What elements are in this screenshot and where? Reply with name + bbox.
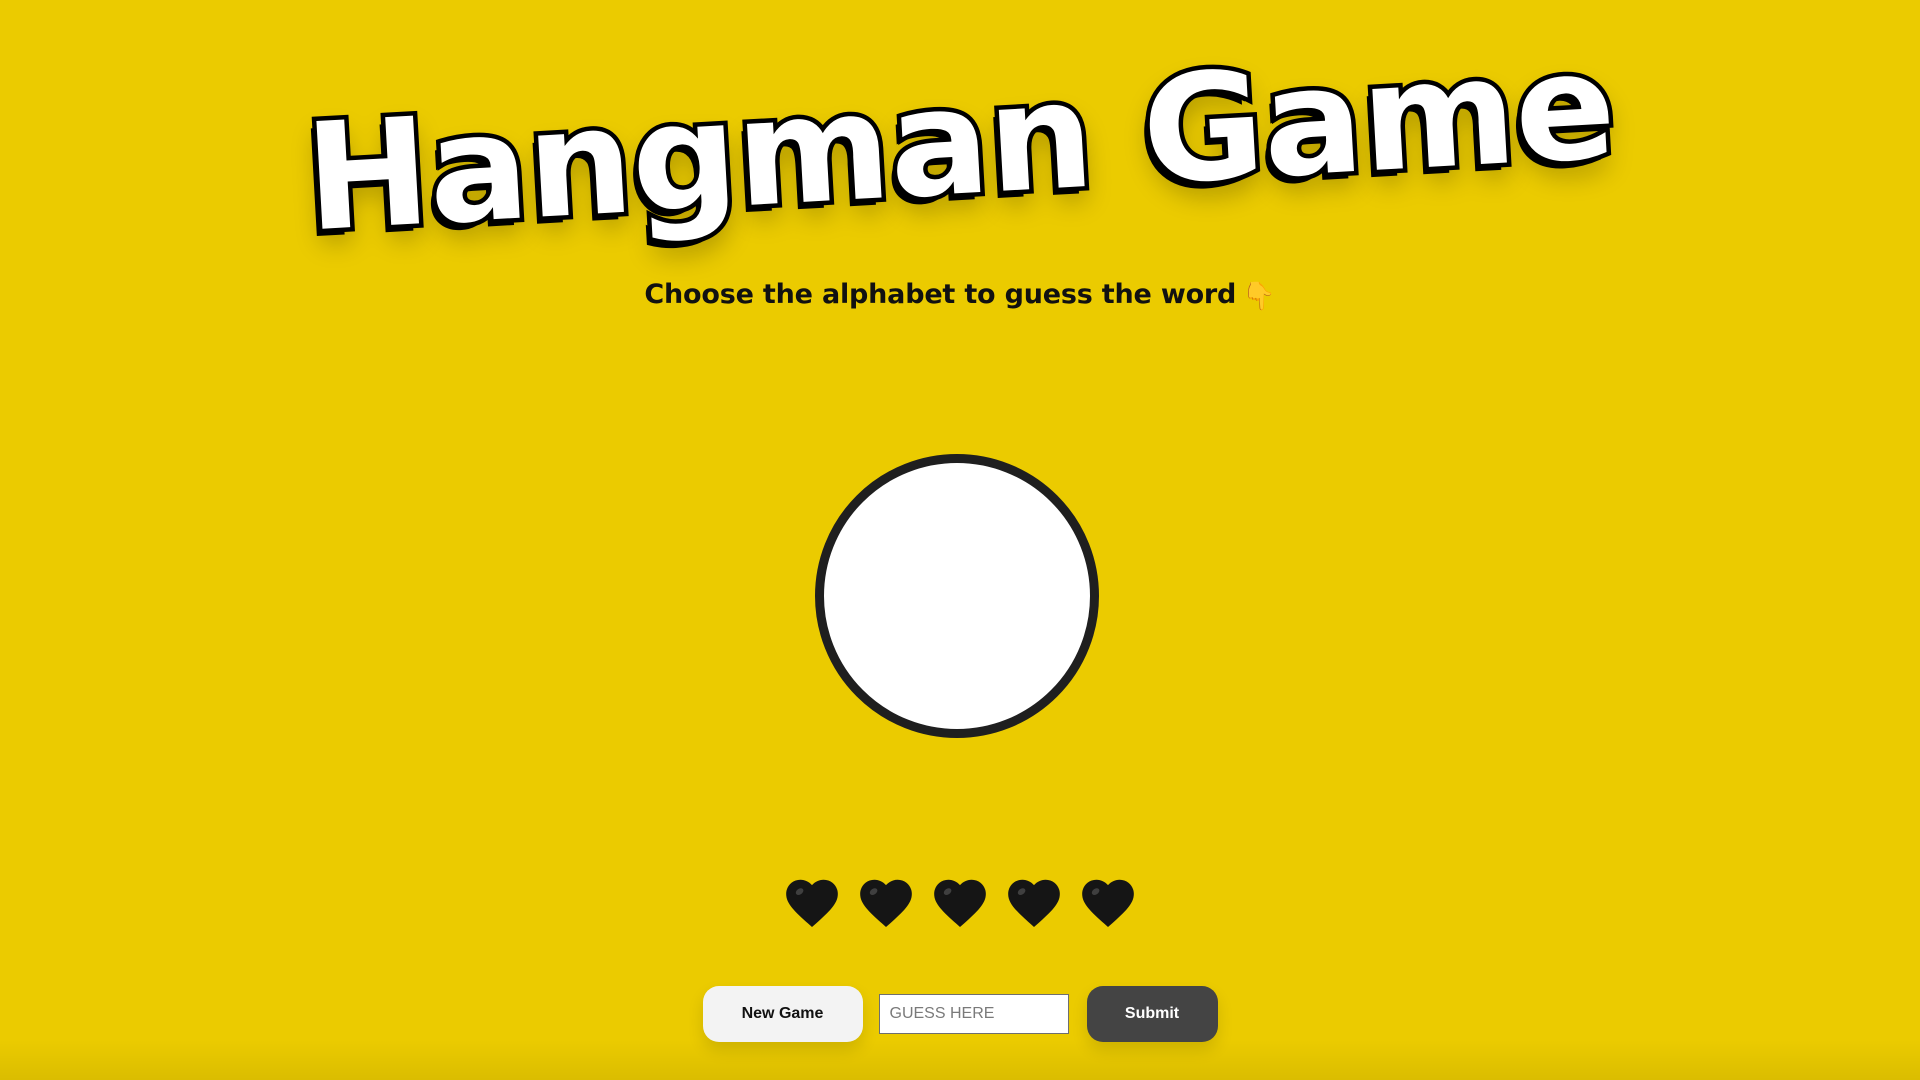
page-title: Hangman Game	[297, 15, 1624, 269]
black-heart-icon	[1008, 879, 1060, 928]
black-heart-icon	[934, 879, 986, 928]
lives-indicator	[0, 872, 1920, 934]
bottom-shadow	[0, 1040, 1920, 1080]
instructions-label: Choose the alphabet to guess the word	[644, 279, 1237, 310]
game-page: Hangman Game Choose the alphabet to gues…	[0, 0, 1920, 1080]
guess-input[interactable]	[878, 994, 1069, 1034]
black-heart-icon	[786, 879, 838, 928]
pointing-down-hand-icon: 👇	[1242, 281, 1276, 312]
hangman-drawing-area	[815, 454, 1099, 738]
instructions-text: Choose the alphabet to guess the word 👇	[0, 278, 1920, 312]
game-controls: New Game Submit	[0, 986, 1920, 1042]
black-heart-icon	[1082, 879, 1134, 928]
new-game-button[interactable]: New Game	[702, 986, 863, 1042]
submit-button[interactable]: Submit	[1086, 986, 1218, 1042]
black-heart-icon	[860, 879, 912, 928]
